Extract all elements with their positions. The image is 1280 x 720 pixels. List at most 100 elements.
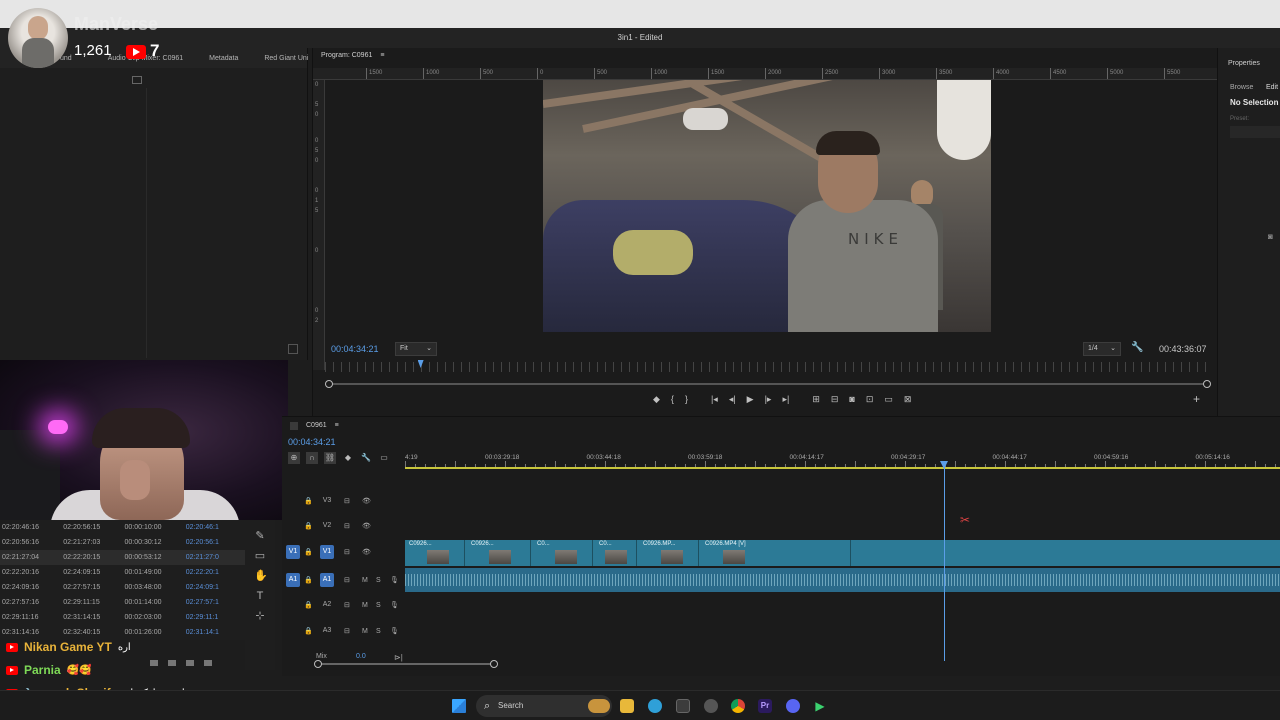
source-patch-a2[interactable] — [286, 598, 300, 612]
insert-icon[interactable]: ⊞ — [812, 394, 820, 406]
pen-tool-icon[interactable]: ✎ — [254, 530, 266, 542]
lock-icon[interactable]: 🔒 — [304, 497, 314, 505]
media-player-icon[interactable]: ▶ — [813, 699, 827, 713]
comparison-view-icon[interactable]: ⊡ — [866, 394, 874, 406]
wrench-icon[interactable]: 🔧 — [360, 452, 372, 464]
windows-start-icon[interactable] — [452, 699, 466, 713]
type-tool-icon[interactable]: T — [254, 590, 266, 602]
list-item[interactable]: 02:20:46:16 02:20:56:15 00:00:10:00 02:20:4… — [0, 520, 245, 535]
sync-lock-icon[interactable]: ⊟ — [344, 601, 362, 609]
track-select-tool-icon[interactable]: ⊹ — [254, 610, 266, 622]
step-back-icon[interactable]: ◂| — [729, 394, 736, 406]
source-patch-v3[interactable] — [286, 494, 300, 508]
insert-sequence-icon[interactable]: ⊕ — [288, 452, 300, 464]
microphone-icon[interactable]: 🎙 — [390, 627, 399, 635]
play-icon[interactable]: ▶ — [747, 394, 754, 406]
list-item[interactable]: 02:24:09:16 02:27:57:15 00:03:48:00 02:24:0… — [0, 580, 245, 595]
tab-metadata[interactable]: Metadata — [209, 55, 238, 62]
track-name[interactable]: V1 — [320, 545, 334, 559]
discord-icon[interactable] — [786, 699, 800, 713]
add-marker-icon[interactable]: ◆ — [342, 452, 354, 464]
sync-lock-icon[interactable]: ⊟ — [344, 576, 362, 584]
lock-icon[interactable]: 🔒 — [304, 601, 314, 609]
lock-icon[interactable]: 🔒 — [304, 522, 314, 530]
sync-lock-icon[interactable]: ⊟ — [344, 627, 362, 635]
file-explorer-icon[interactable] — [620, 699, 634, 713]
eye-icon[interactable]: 👁 — [362, 497, 371, 505]
marker-icon[interactable]: ◆ — [653, 394, 660, 406]
hand-tool-icon[interactable]: ✋ — [254, 570, 268, 582]
list-item[interactable]: 02:31:14:16 02:32:40:15 00:01:26:00 02:31:1… — [0, 625, 245, 640]
list-item[interactable]: 02:27:57:16 02:29:11:15 00:01:14:00 02:27:5… — [0, 595, 245, 610]
track-name[interactable]: A2 — [320, 598, 334, 612]
vr-icon[interactable]: ⊠ — [904, 394, 912, 406]
export-frame-icon[interactable]: ◙ — [849, 394, 854, 406]
snap-icon[interactable]: ∩ — [306, 452, 318, 464]
overwrite-icon[interactable]: ⊟ — [831, 394, 839, 406]
timeline-playhead[interactable] — [944, 461, 945, 661]
linked-selection-icon[interactable]: ⛓ — [324, 452, 336, 464]
zoom-fit-select[interactable]: Fit ⌄ — [395, 342, 437, 356]
source-patch-a3[interactable] — [286, 624, 300, 638]
panel-expand-icon[interactable] — [288, 344, 298, 354]
microphone-icon[interactable]: 🎙 — [390, 576, 399, 584]
mark-in-icon[interactable]: { — [671, 394, 674, 406]
add-button-icon[interactable]: + — [1193, 392, 1200, 406]
tab-edit[interactable]: Edit — [1266, 84, 1278, 91]
timeline-ruler[interactable]: 4:19 00:03:29:18 00:03:44:18 00:03:59:18 00:… — [405, 451, 1280, 469]
mark-out-icon[interactable]: } — [685, 394, 688, 406]
source-patch-v2[interactable] — [286, 519, 300, 533]
panel-menu-icon[interactable] — [132, 76, 142, 84]
list-item[interactable]: 02:22:20:16 02:24:09:15 00:01:49:00 02:22:2… — [0, 565, 245, 580]
track-name[interactable]: V2 — [320, 519, 334, 533]
list-item[interactable]: 02:21:27:04 02:22:20:15 00:00:53:12 02:21:2… — [0, 550, 245, 565]
timeline-zoom-scrollbar[interactable] — [314, 660, 498, 668]
playhead-timecode[interactable]: 00:04:34:21 — [331, 344, 379, 354]
timeline-clip[interactable]: C0926... — [405, 540, 465, 566]
wrench-icon[interactable]: 🔧 — [1131, 342, 1143, 353]
lock-icon[interactable]: 🔒 — [304, 548, 314, 556]
sync-lock-icon[interactable]: ⊟ — [344, 522, 362, 530]
timeline-clip[interactable]: C0... — [595, 540, 637, 566]
store-icon[interactable] — [676, 699, 690, 713]
properties-side-icon[interactable]: ◙ — [1268, 232, 1273, 241]
track-name[interactable]: V3 — [320, 494, 334, 508]
solo-button[interactable]: S — [376, 577, 390, 584]
eye-icon[interactable]: 👁 — [362, 548, 371, 556]
list-item[interactable]: 02:20:56:16 02:21:27:03 00:00:30:12 02:20:5… — [0, 535, 245, 550]
timeline-clip[interactable]: C0926... — [467, 540, 531, 566]
tab-red-giant[interactable]: Red Giant Uni — [264, 55, 308, 62]
lock-icon[interactable]: 🔒 — [304, 576, 314, 584]
panel-menu-icon[interactable]: ≡ — [380, 52, 384, 59]
sync-lock-icon[interactable]: ⊟ — [344, 548, 362, 556]
timeline-clip[interactable]: C0926.MP... — [639, 540, 699, 566]
chrome-icon[interactable] — [731, 699, 745, 713]
timeline-tab[interactable]: C0961 ≡ — [306, 422, 339, 429]
step-forward-icon[interactable]: |▸ — [765, 394, 772, 406]
solo-button[interactable]: S — [376, 628, 390, 635]
preset-field[interactable] — [1230, 126, 1280, 138]
edge-browser-icon[interactable] — [648, 699, 662, 713]
app-icon[interactable] — [704, 699, 718, 713]
timeline-timecode[interactable]: 00:04:34:21 — [288, 437, 336, 447]
program-tab[interactable]: Program: C0961 ≡ — [321, 52, 384, 59]
close-tab-icon[interactable] — [290, 422, 298, 430]
lock-icon[interactable]: 🔒 — [304, 627, 314, 635]
eye-icon[interactable]: 👁 — [362, 522, 371, 530]
safe-margins-icon[interactable]: ▭ — [884, 394, 893, 406]
mute-button[interactable]: M — [362, 628, 376, 635]
zoom-start-handle[interactable] — [325, 380, 333, 388]
panel-menu-icon[interactable]: ≡ — [335, 422, 339, 429]
solo-button[interactable]: S — [376, 602, 390, 609]
sync-lock-icon[interactable]: ⊟ — [344, 497, 362, 505]
playback-resolution-select[interactable]: 1/4 ⌄ — [1083, 342, 1121, 356]
mix-value[interactable]: 0.0 — [356, 653, 366, 660]
tab-browse[interactable]: Browse — [1230, 84, 1253, 91]
captions-icon[interactable]: ▭ — [378, 452, 390, 464]
timeline-clip[interactable]: C0926.MP4 [V] — [701, 540, 851, 566]
rectangle-tool-icon[interactable]: ▭ — [254, 550, 266, 562]
zoom-end-handle[interactable] — [1203, 380, 1211, 388]
track-name[interactable]: A3 — [320, 624, 334, 638]
track-name[interactable]: A1 — [320, 573, 334, 587]
mix-end-icon[interactable]: ⊳| — [394, 653, 403, 662]
